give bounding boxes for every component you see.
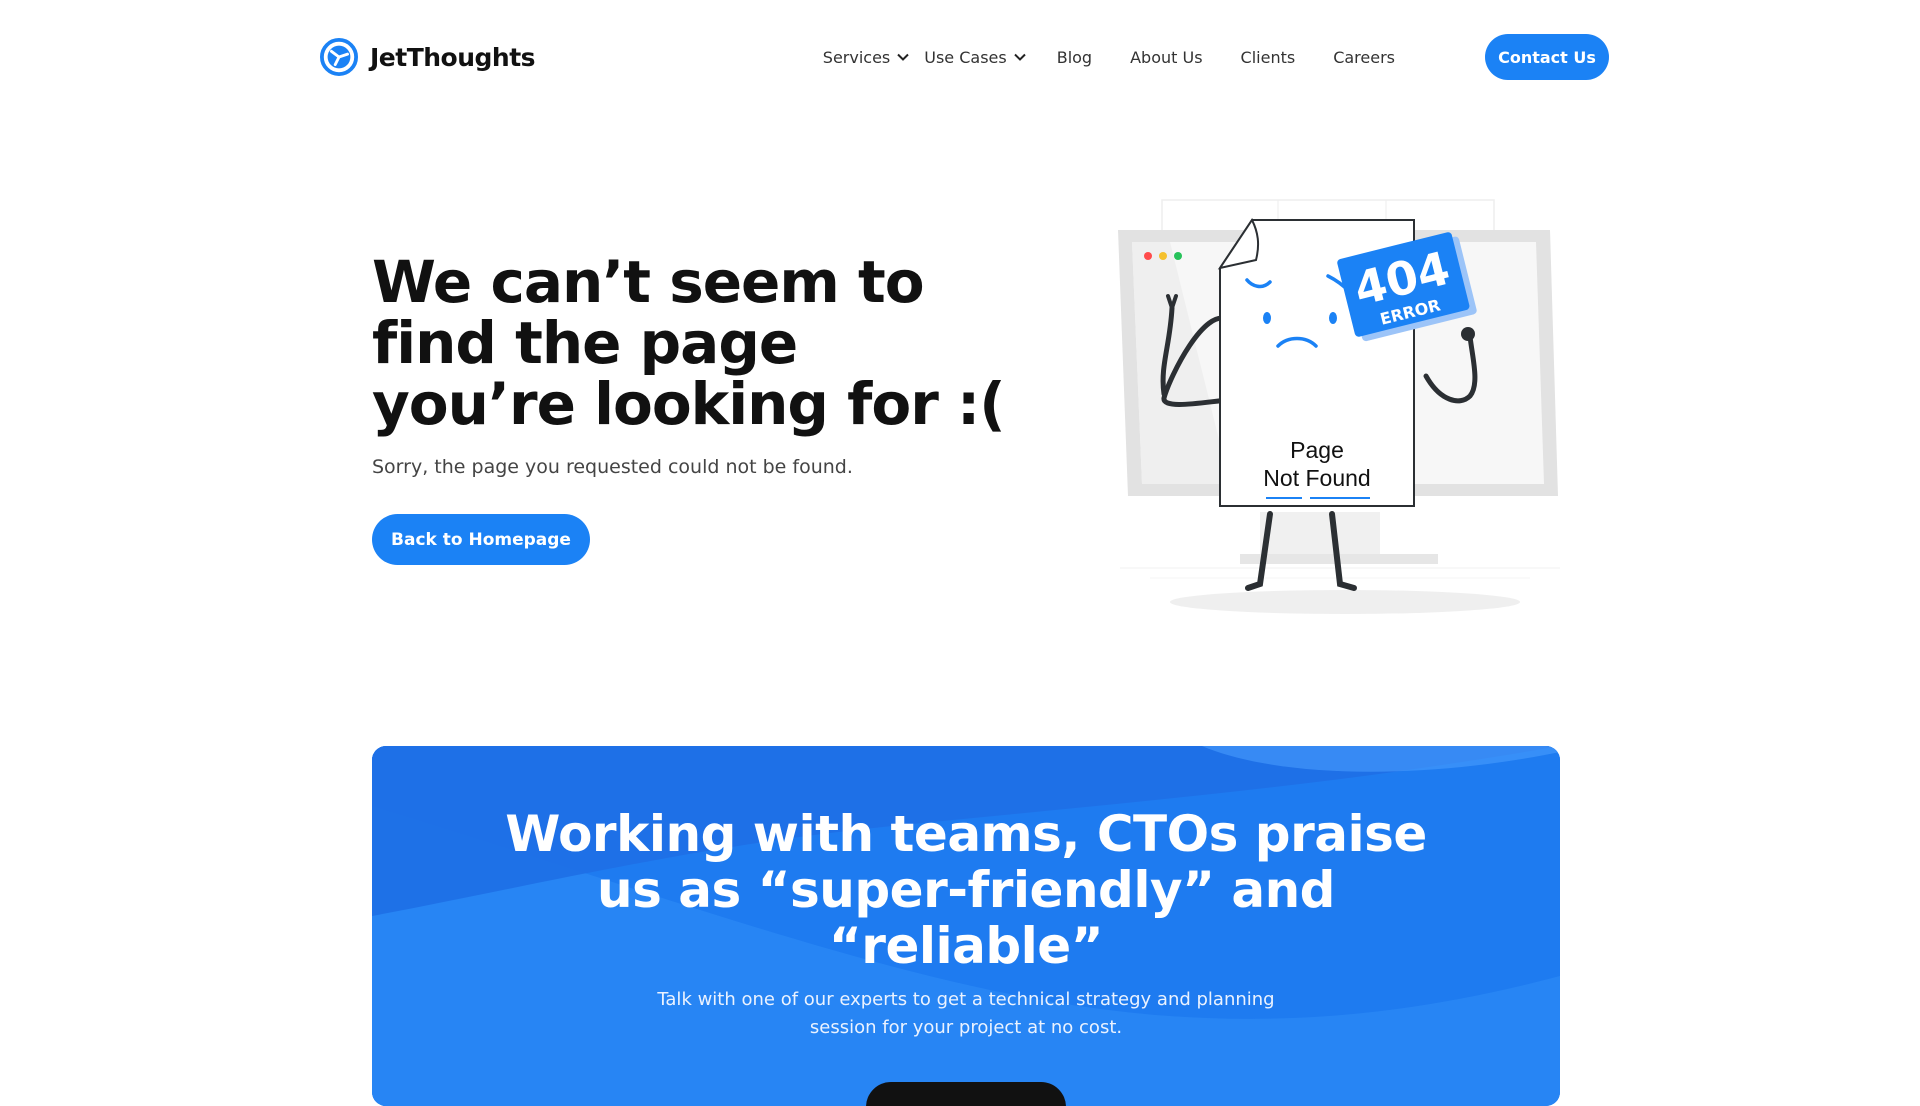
contact-us-button[interactable]: Contact Us [1485,34,1609,80]
cta-title: Working with teams, CTOs praise us as “s… [372,806,1560,974]
window-close-dot [1144,252,1152,260]
title-line: find the page [372,309,798,377]
floor-shadow [1170,590,1520,614]
404-illustration: Page Not Found 404 ERROR [1118,199,1560,614]
nav-item-blog[interactable]: Blog [1057,48,1092,67]
title-line: you’re looking for :( [372,370,1006,438]
brand-name: JetThoughts [370,42,536,72]
chevron-down-icon [897,53,909,61]
cta-button[interactable] [866,1082,1066,1106]
page-subtitle: Sorry, the page you requested could not … [372,456,853,478]
brand-logo[interactable]: JetThoughts [320,38,536,76]
nav-item-careers[interactable]: Careers [1333,48,1395,67]
nav-item-services[interactable]: Services [823,48,910,67]
title-line: We can’t seem to [372,248,925,316]
cta-title-line: Working with teams, CTOs praise [505,805,1427,863]
cta-subtitle-line: Talk with one of our experts to get a te… [657,989,1275,1010]
cta-subtitle-line: session for your project at no cost. [809,1017,1123,1038]
page-label-line1: Page [1290,437,1344,463]
nav-label: About Us [1130,47,1203,67]
window-maximize-dot [1174,252,1182,260]
globe-logo-icon [320,38,358,76]
nav-label: Services [822,47,891,67]
cta-title-line: “reliable” [828,917,1104,975]
cta-subtitle: Talk with one of our experts to get a te… [656,986,1276,1042]
nav-item-use-cases[interactable]: Use Cases [924,48,1026,67]
nav-label: Use Cases [924,47,1007,67]
nav-label: Blog [1056,47,1093,67]
site-header: JetThoughts Services Use Cases Blog Abou… [0,0,1920,114]
page-title: We can’t seem to find the page you’re lo… [372,252,1012,435]
nav-label: Careers [1333,47,1395,67]
page-label-line2: Not Found [1263,465,1370,491]
nav-item-about-us[interactable]: About Us [1130,48,1202,67]
cta-section: Working with teams, CTOs praise us as “s… [372,746,1560,1106]
nav-item-clients[interactable]: Clients [1241,48,1296,67]
chevron-down-icon [1014,53,1026,61]
cta-title-line: us as “super-friendly” and [597,861,1335,919]
main-nav: Services Use Cases Blog About Us Clients… [823,0,1395,114]
back-to-homepage-button[interactable]: Back to Homepage [372,514,590,565]
window-minimize-dot [1159,252,1167,260]
nav-label: Clients [1240,47,1296,67]
